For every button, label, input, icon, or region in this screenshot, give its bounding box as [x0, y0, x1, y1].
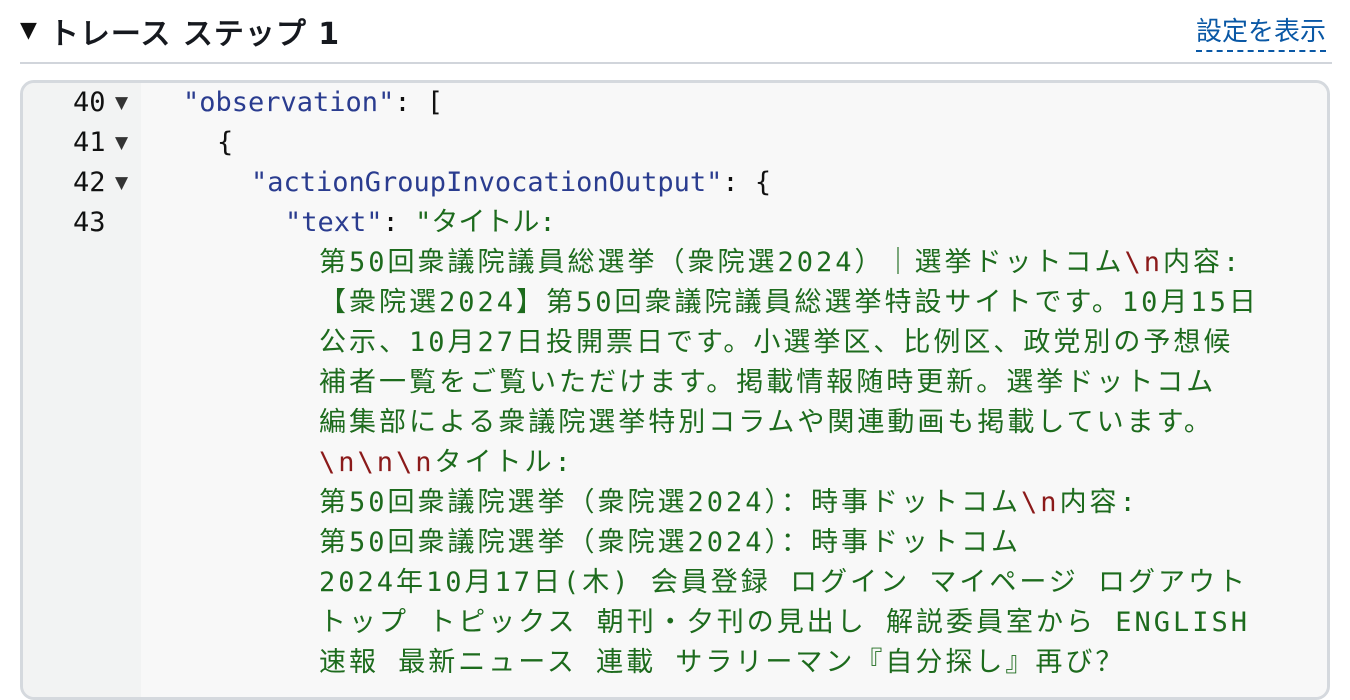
json-key: "observation": [183, 87, 395, 118]
json-punctuation: :: [382, 207, 416, 238]
line-number: 43: [73, 207, 106, 238]
code-line-wrapped: トップ トピックス 朝刊・夕刊の見出し 解説委員室から ENGLISH: [319, 607, 1250, 638]
section-title: トレース ステップ 1: [48, 17, 341, 52]
json-punctuation: {: [217, 127, 234, 158]
fold-caret-icon[interactable]: ▼: [115, 123, 135, 163]
json-key: "actionGroupInvocationOutput": [251, 167, 723, 198]
code-line-wrapped: 第50回衆議院選挙（衆院選2024）：時事ドットコム\n内容:: [141, 483, 1327, 523]
json-string: "タイトル:: [415, 207, 556, 238]
code-line-wrapped: 【衆院選2024】第50回衆議院議員総選挙特設サイトです。10月15日: [319, 287, 1259, 318]
code-line-wrapped: 編集部による衆議院選挙特別コラムや関連動画も掲載しています。: [319, 407, 1214, 438]
code-content: "observation": [ { "actionGroupInvocatio…: [141, 83, 1327, 697]
json-punctuation: : {: [722, 167, 772, 198]
code-line: "text": "タイトル:: [141, 203, 1327, 243]
code-line-wrapped: 2024年10月17日(木) 会員登録 ログイン マイページ ログアウト: [319, 567, 1249, 598]
json-string: 内容:: [1059, 487, 1139, 518]
code-line-wrapped: 第50回衆議院選挙（衆院選2024）：時事ドットコム: [319, 527, 1022, 558]
code-line-wrapped: \n\n\nタイトル:: [141, 443, 1327, 483]
view-settings-link[interactable]: 設定を表示: [1195, 11, 1326, 52]
json-string: タイトル:: [434, 447, 574, 478]
code-line: "actionGroupInvocationOutput": {: [141, 163, 1327, 203]
json-string: 第50回衆議院議員総選挙（衆院選2024）｜選挙ドットコム: [319, 247, 1125, 278]
code-line-wrapped: 補者一覧をご覧いただけます。掲載情報随時更新。選挙ドットコム: [319, 367, 1217, 398]
code-line-wrapped: 公示、10月27日投開票日です。小選挙区、比例区、政党別の予想候: [319, 327, 1234, 358]
caret-down-icon: ▼: [20, 18, 37, 43]
code-line-wrapped: 速報 最新ニュース 連載 サラリーマン『自分探し』再び？: [319, 647, 1126, 678]
fold-caret-icon[interactable]: ▼: [115, 163, 135, 203]
code-line: {: [141, 123, 1327, 163]
trace-step-header: ▼ トレース ステップ 1 設定を表示: [20, 0, 1332, 64]
json-string: 内容:: [1163, 247, 1243, 278]
json-key: "text": [285, 207, 383, 238]
code-viewer[interactable]: 40 ▼ 41 ▼ 42 ▼ 43 "observation": [ { "ac…: [20, 80, 1330, 700]
code-line-wrapped: 第50回衆議院議員総選挙（衆院選2024）｜選挙ドットコム\n内容:: [141, 243, 1327, 283]
escape-sequence: \n: [1021, 487, 1060, 518]
json-string: 第50回衆議院選挙（衆院選2024）：時事ドットコム: [319, 487, 1022, 518]
json-punctuation: : [: [394, 87, 444, 118]
code-line: "observation": [: [141, 83, 1327, 123]
line-number-gutter: 40 ▼ 41 ▼ 42 ▼ 43: [23, 83, 141, 697]
escape-sequence: \n\n\n: [319, 447, 435, 478]
collapse-toggle[interactable]: ▼ トレース ステップ 1: [20, 9, 340, 53]
fold-caret-icon[interactable]: ▼: [115, 83, 135, 123]
escape-sequence: \n: [1124, 247, 1164, 278]
